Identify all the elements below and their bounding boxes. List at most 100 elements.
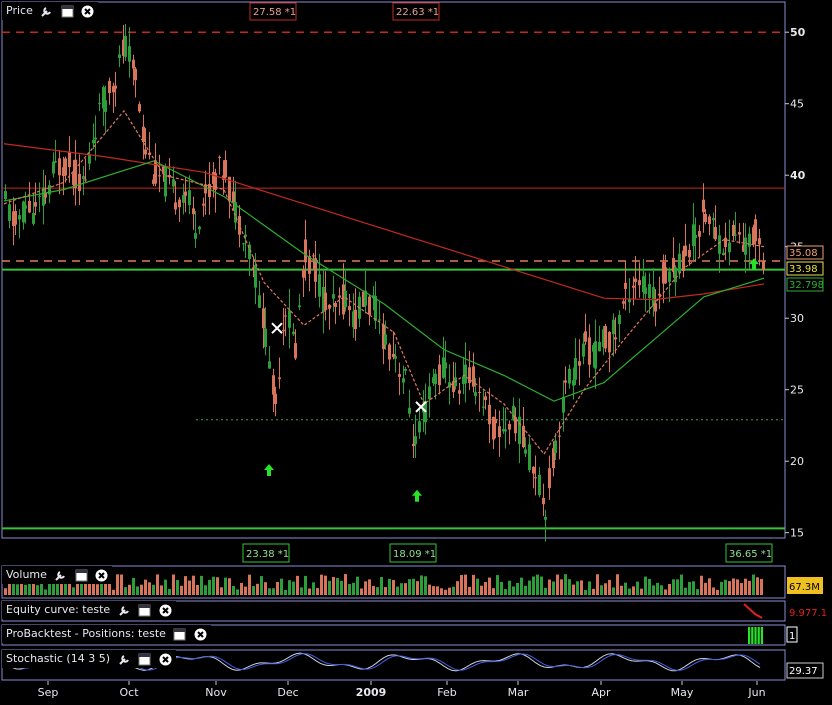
candle-body	[604, 326, 607, 349]
candle-body	[508, 423, 511, 430]
candle-body	[178, 199, 181, 208]
window-icon[interactable]	[75, 569, 88, 582]
volume-bar	[480, 585, 483, 595]
close-icon[interactable]	[81, 5, 94, 18]
top-annotation: 27.58 *1	[253, 7, 296, 18]
volume-bar	[664, 589, 667, 595]
volume-bar	[532, 576, 535, 595]
candle-body	[482, 406, 485, 408]
window-icon[interactable]	[173, 628, 186, 641]
equity-line	[743, 603, 763, 619]
candle-body	[198, 226, 201, 230]
equity-panel-header: Equity curve: teste	[2, 601, 176, 619]
top-annotation: 22.63 *1	[396, 7, 439, 18]
volume-bar	[408, 579, 411, 595]
volume-bar	[288, 580, 291, 595]
volume-bar	[732, 578, 735, 595]
candle-body	[538, 474, 541, 496]
candle-body	[704, 213, 707, 223]
volume-bar	[632, 586, 635, 595]
close-icon[interactable]	[159, 653, 172, 666]
volume-bar	[736, 579, 739, 595]
volume-bar	[728, 581, 731, 595]
candle-body	[722, 252, 725, 256]
volume-bar	[216, 577, 219, 595]
candle-body	[128, 46, 131, 62]
volume-bar	[272, 588, 275, 595]
position-bar	[748, 627, 751, 644]
volume-bar	[640, 588, 643, 595]
volume-bar	[620, 585, 623, 595]
candle-body	[114, 85, 117, 89]
volume-bar	[436, 586, 439, 595]
volume-bar	[240, 582, 243, 595]
candle-body	[68, 151, 71, 168]
candle-body	[582, 343, 585, 357]
volume-bar	[180, 585, 183, 595]
candle-body	[404, 368, 407, 371]
close-icon[interactable]	[159, 604, 172, 617]
wrench-icon[interactable]	[118, 604, 131, 617]
close-icon[interactable]	[95, 569, 108, 582]
wrench-icon[interactable]	[40, 5, 53, 18]
volume-bar	[292, 581, 295, 595]
volume-bar	[528, 580, 531, 595]
volume-bar	[156, 574, 159, 595]
candle-body	[98, 102, 101, 104]
window-icon[interactable]	[138, 653, 151, 666]
volume-bar	[660, 585, 663, 595]
wrench-icon[interactable]	[118, 653, 131, 666]
candle-body	[484, 396, 487, 401]
candle-body	[182, 195, 185, 203]
candle-body	[648, 284, 651, 299]
candle-body	[138, 104, 141, 112]
candle-body	[268, 361, 271, 369]
volume-bar	[44, 589, 47, 595]
positions-value: 1	[789, 631, 795, 642]
candle-body	[612, 319, 615, 335]
close-icon[interactable]	[194, 628, 207, 641]
volume-bar	[264, 582, 267, 595]
y-tick-label: 50	[790, 26, 806, 39]
price-chart[interactable]: 152025303540455035.0833.9832.79827.58 *1…	[0, 0, 832, 705]
x-tick-label: Mar	[508, 686, 529, 699]
candle-body	[688, 249, 691, 258]
candle-body	[134, 68, 137, 81]
candle-body	[74, 159, 77, 188]
candle-body	[28, 200, 31, 213]
candle-body	[332, 294, 335, 299]
candle-body	[758, 238, 761, 245]
volume-bar	[220, 587, 223, 595]
volume-bar	[364, 581, 367, 595]
candle-body	[578, 361, 581, 366]
volume-bar	[724, 579, 727, 595]
volume-bar	[316, 588, 319, 595]
y-tick-label: 30	[790, 312, 804, 325]
candle-body	[84, 179, 87, 181]
volume-bar	[204, 585, 207, 595]
candle-body	[94, 137, 97, 140]
wrench-icon[interactable]	[54, 569, 67, 582]
x-tick-label: 2009	[356, 686, 387, 699]
candle-body	[754, 219, 757, 242]
volume-bar	[376, 587, 379, 595]
positions-panel-header: ProBacktest - Positions: teste	[2, 625, 211, 643]
candle-body	[668, 271, 671, 282]
volume-bar	[680, 574, 683, 595]
volume-bar	[208, 579, 211, 595]
candle-body	[544, 516, 547, 520]
candle-body	[728, 242, 731, 253]
volume-bar	[596, 574, 599, 595]
volume-bar	[696, 589, 699, 595]
window-icon[interactable]	[138, 604, 151, 617]
price-panel-title: Price	[6, 4, 33, 17]
candle-body	[8, 204, 11, 221]
volume-bar	[184, 576, 187, 595]
window-icon[interactable]	[61, 5, 74, 18]
volume-bar	[592, 588, 595, 595]
volume-bar	[112, 589, 115, 595]
candle-body	[354, 309, 357, 330]
position-bar	[757, 627, 760, 644]
candle-body	[388, 344, 391, 360]
candle-body	[572, 380, 575, 386]
